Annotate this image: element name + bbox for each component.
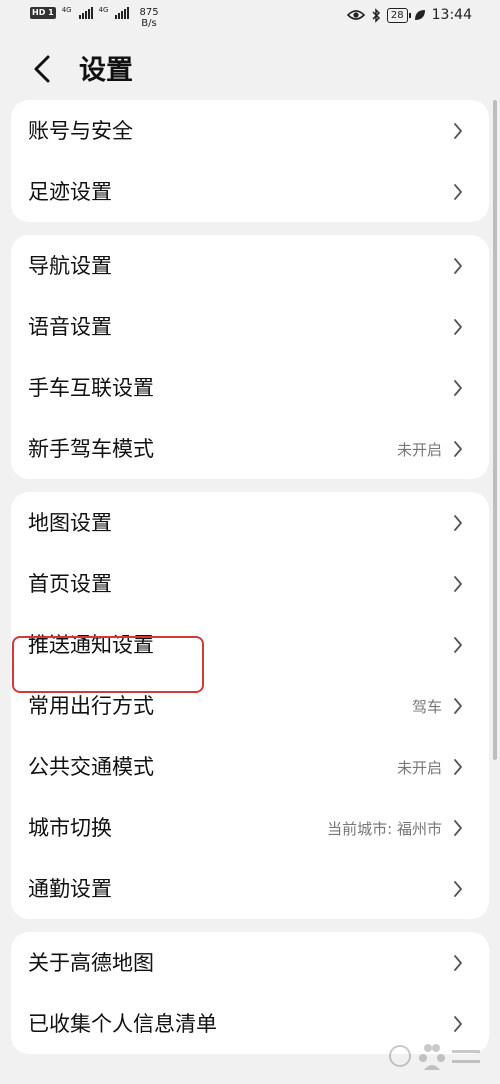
settings-row-label: 常用出行方式 (28, 694, 154, 718)
settings-row-label: 已收集个人信息清单 (28, 1012, 217, 1036)
speed-value: 875 (139, 7, 159, 18)
settings-row-label: 导航设置 (28, 254, 112, 278)
chevron-right-icon (454, 123, 462, 139)
scrollbar[interactable] (493, 100, 497, 760)
settings-group: 账号与安全 足迹设置 (11, 100, 489, 222)
chevron-right-icon (454, 515, 462, 531)
settings-row[interactable]: 足迹设置 (11, 161, 489, 222)
settings-group: 导航设置语音设置手车互联设置 新手驾车模式 未开启 (11, 235, 489, 479)
chevron-right-icon (454, 380, 462, 396)
settings-row[interactable]: 地图设置 (11, 492, 489, 553)
settings-row-label: 首页设置 (28, 572, 112, 596)
settings-row[interactable]: 手车互联设置 (11, 357, 489, 418)
settings-row[interactable]: 公共交通模式 未开启 (11, 736, 489, 797)
settings-row[interactable]: 通勤设置 (11, 858, 489, 919)
settings-row-label: 关于高德地图 (28, 951, 154, 975)
settings-row[interactable]: 新手驾车模式 未开启 (11, 418, 489, 479)
network-speed: 875 B/s (139, 7, 158, 29)
settings-row[interactable]: 常用出行方式 驾车 (11, 675, 489, 736)
settings-row-label: 推送通知设置 (28, 633, 154, 657)
settings-row-label: 语音设置 (28, 315, 112, 339)
chevron-right-icon (454, 1016, 462, 1032)
battery-icon: 28 (386, 7, 411, 23)
settings-row[interactable]: 语音设置 (11, 296, 489, 357)
bluetooth-icon (372, 7, 380, 23)
watermark-logo (389, 1044, 480, 1070)
settings-row[interactable]: 城市切换 当前城市: 福州市 (11, 797, 489, 858)
chevron-right-icon (454, 698, 462, 714)
leaf-icon (414, 10, 425, 20)
settings-row-value: 未开启 (396, 441, 442, 459)
chevron-right-icon (454, 576, 462, 592)
settings-row-label: 地图设置 (28, 511, 112, 535)
chevron-right-icon (454, 881, 462, 897)
settings-row-label: 账号与安全 (28, 119, 133, 143)
network-type-1: 4G (61, 6, 72, 14)
page-title: 设置 (79, 55, 133, 86)
signal-icon (115, 7, 130, 19)
settings-row-value: 驾车 (411, 698, 442, 716)
settings-row[interactable]: 导航设置 (11, 235, 489, 296)
settings-row[interactable]: 关于高德地图 (11, 932, 489, 993)
settings-group: 地图设置首页设置推送通知设置 常用出行方式 驾车公共交通模式 未开启城市切换 当前城市:… (11, 492, 489, 919)
back-arrow-icon[interactable] (28, 54, 58, 84)
chevron-right-icon (454, 184, 462, 200)
status-left: HD 1 4G 4G 875 B/s (30, 7, 159, 29)
status-right: 28 13:44 (346, 7, 472, 23)
settings-row-label: 城市切换 (28, 816, 112, 840)
chevron-right-icon (454, 637, 462, 653)
settings-row-label: 通勤设置 (28, 877, 112, 901)
chevron-right-icon (454, 319, 462, 335)
chevron-right-icon (454, 441, 462, 457)
chevron-right-icon (454, 955, 462, 971)
settings-row-label: 手车互联设置 (28, 376, 154, 400)
settings-row-label: 公共交通模式 (28, 755, 154, 779)
eye-icon (346, 10, 365, 20)
settings-row-value: 未开启 (396, 759, 442, 777)
signal-icon (78, 7, 93, 19)
network-type-2: 4G (98, 6, 109, 14)
chevron-right-icon (454, 820, 462, 836)
chevron-right-icon (454, 258, 462, 274)
clock: 13:44 (431, 7, 472, 23)
settings-row-label: 足迹设置 (28, 180, 112, 204)
settings-row[interactable]: 首页设置 (11, 553, 489, 614)
settings-list: 账号与安全 足迹设置 导航设置 语音设置 手车互联设置 新手驾车模式 未开启 地图设置 首页设置… (0, 100, 500, 1054)
status-bar: HD 1 4G 4G 875 B/s 28 13:44 (0, 0, 500, 34)
settings-row-value: 当前城市: 福州市 (327, 820, 442, 838)
chevron-right-icon (454, 759, 462, 775)
app-header: 设置 (0, 34, 500, 98)
hd-badge: HD 1 (30, 7, 56, 19)
settings-row[interactable]: 推送通知设置 (11, 614, 489, 675)
speed-unit: B/s (141, 18, 157, 29)
settings-row[interactable]: 账号与安全 (11, 100, 489, 161)
settings-row-label: 新手驾车模式 (28, 437, 154, 461)
